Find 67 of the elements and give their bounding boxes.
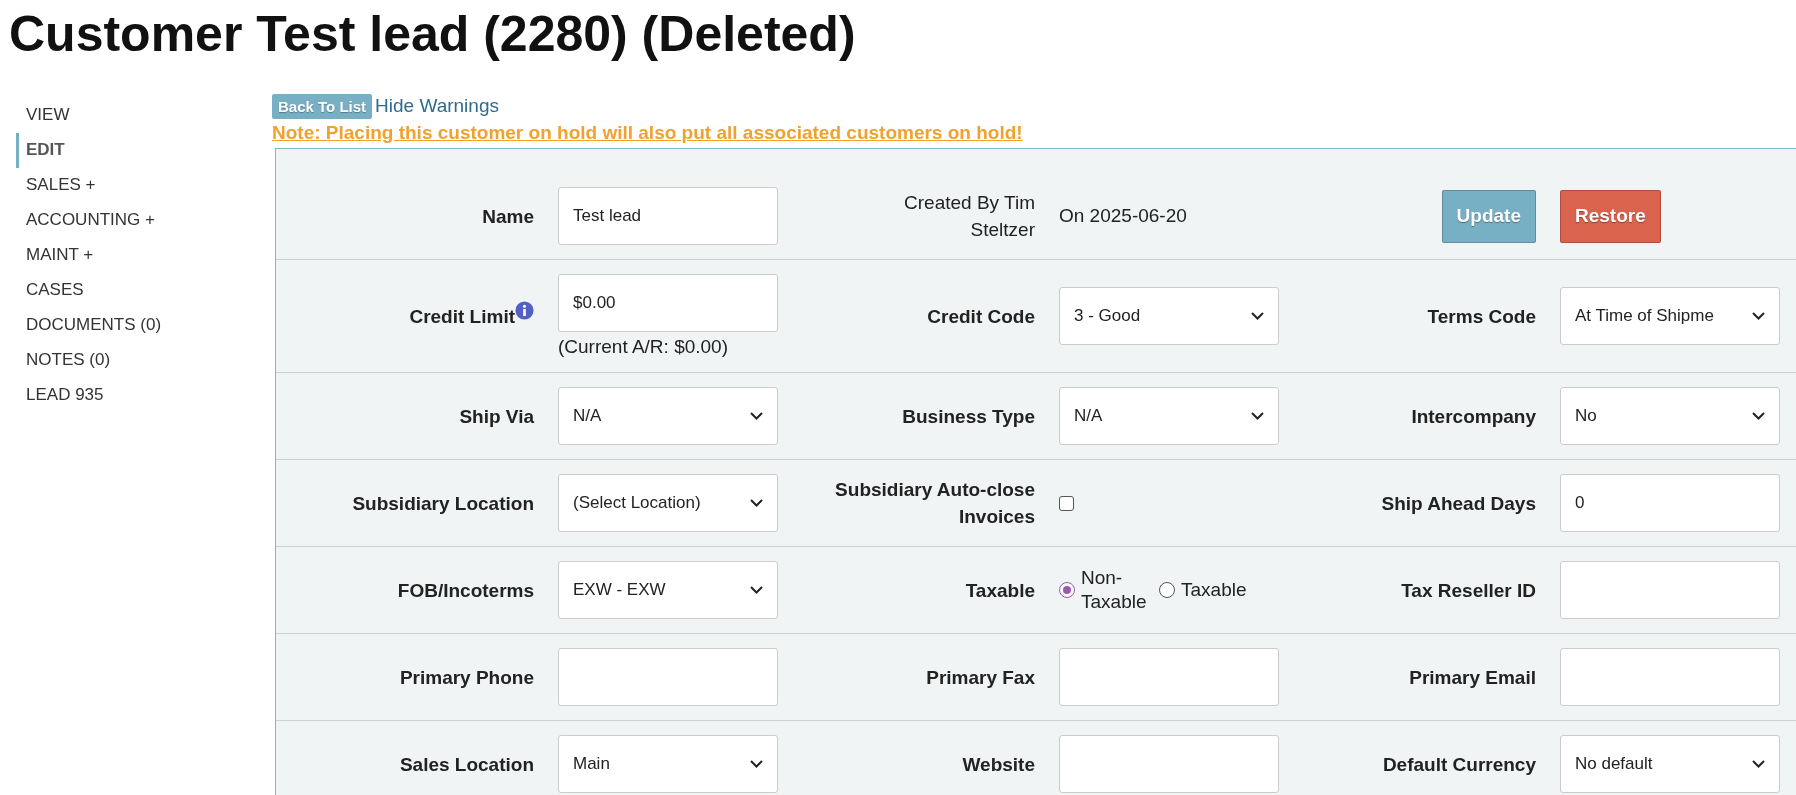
field-label: Primary Phone (399, 665, 534, 690)
radio-label: Non-Taxable (1081, 566, 1148, 614)
dropdown[interactable]: No (1560, 387, 1780, 445)
dropdown[interactable]: EXW - EXW (558, 561, 778, 619)
caret-icon (1752, 312, 1765, 320)
caret-icon (750, 586, 763, 594)
sidebar-link[interactable]: NOTES (0) (16, 343, 111, 378)
field-label: Website (962, 752, 1035, 777)
caret-icon (1251, 412, 1264, 420)
dropdown[interactable]: Main (558, 735, 778, 793)
field-label: FOB/Incoterms (397, 578, 534, 603)
text-field[interactable]: $0.00 (558, 274, 778, 332)
field-label: Name (482, 204, 534, 229)
radio-label: Taxable (1181, 578, 1247, 602)
caret-icon (1251, 312, 1264, 320)
field-label: Subsidiary Auto-close Invoices (834, 478, 1035, 529)
dropdown[interactable]: 3 - Good (1059, 287, 1279, 345)
sidebar-link[interactable]: MAINT + (16, 238, 94, 273)
field-label: Taxable (965, 578, 1035, 603)
field-label: Sales Location (399, 752, 534, 777)
info-icon[interactable] (515, 300, 534, 320)
created-by-text: Created By Tim Steltzer (903, 191, 1035, 242)
field-label: Intercompany (1411, 404, 1536, 429)
dropdown[interactable]: At Time of Shipme (1560, 287, 1780, 345)
field-label: Default Currency (1382, 752, 1536, 777)
text-field[interactable] (1560, 648, 1780, 706)
hide-warnings-link[interactable]: Hide Warnings (375, 95, 499, 117)
restore-button[interactable]: Restore (1560, 189, 1661, 243)
radio-button[interactable] (1059, 582, 1075, 598)
dropdown[interactable]: N/A (558, 387, 778, 445)
radio-button[interactable] (1159, 582, 1175, 598)
balance-note: (Current A/R: $0.00) (558, 336, 730, 358)
sidebar-link[interactable]: DOCUMENTS (0) (16, 308, 162, 343)
page-title: Customer Test lead (2280) (Deleted) (8, 5, 857, 64)
caret-icon (1752, 760, 1765, 768)
dropdown[interactable]: (Select Location) (558, 474, 778, 532)
field-label: Business Type (902, 404, 1035, 429)
caret-icon (1752, 412, 1765, 420)
sidebar-link[interactable]: CASES (16, 273, 84, 308)
caret-icon (750, 499, 763, 507)
checkbox[interactable] (1059, 495, 1074, 511)
field-label: Tax Reseller ID (1401, 578, 1536, 603)
sidebar-link[interactable]: EDIT (16, 133, 65, 168)
field-label: Credit Code (927, 304, 1035, 329)
caret-icon (750, 412, 763, 420)
sidebar-link[interactable]: VIEW (16, 98, 70, 133)
text-field[interactable] (1560, 561, 1780, 619)
hold-note: Note: Placing this customer on hold will also put all associated customers on hold! (272, 122, 1023, 144)
text-field[interactable] (1059, 648, 1279, 706)
field-label: Ship Via (459, 404, 534, 429)
dropdown[interactable]: No default (1560, 735, 1780, 793)
field-label: Terms Code (1427, 304, 1536, 329)
field-label: Primary Email (1409, 665, 1536, 690)
text-field[interactable] (558, 648, 778, 706)
text-field[interactable]: Test lead (558, 187, 778, 245)
caret-icon (750, 760, 763, 768)
sidebar-link[interactable]: SALES + (16, 168, 96, 203)
text-field[interactable]: 0 (1560, 474, 1780, 532)
text-field[interactable] (1059, 735, 1279, 793)
field-label: Subsidiary Location (352, 491, 534, 516)
dropdown[interactable]: N/A (1059, 387, 1279, 445)
field-label: Primary Fax (926, 665, 1035, 690)
field-label: Ship Ahead Days (1381, 491, 1536, 516)
sidebar-link[interactable]: LEAD 935 (16, 378, 104, 413)
created-date: On 2025-06-20 (1059, 205, 1188, 227)
sidebar-link[interactable]: ACCOUNTING + (16, 203, 155, 238)
field-label: Credit Limit (409, 304, 515, 329)
